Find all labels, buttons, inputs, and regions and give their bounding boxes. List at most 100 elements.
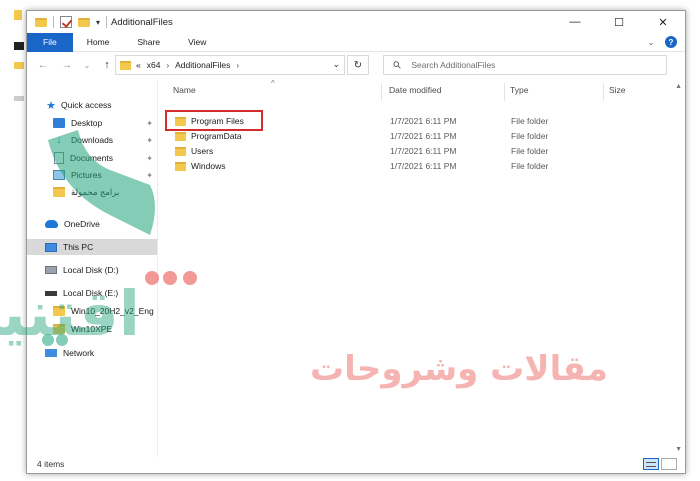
tab-share[interactable]: Share bbox=[123, 33, 174, 52]
nav-label: Downloads bbox=[71, 135, 114, 145]
pictures-icon bbox=[53, 170, 65, 180]
file-explorer-window: ▾ AdditionalFiles — ☐ ✕ File Home Share … bbox=[26, 10, 686, 474]
file-type: File folder bbox=[511, 146, 549, 156]
network-icon bbox=[45, 349, 57, 357]
pane-divider[interactable] bbox=[157, 81, 158, 457]
nav-label: This PC bbox=[63, 242, 94, 252]
title-bar: ▾ AdditionalFiles — ☐ ✕ bbox=[27, 11, 685, 33]
forward-arrow-icon[interactable]: → bbox=[59, 59, 75, 71]
recent-locations-chevron-icon[interactable]: ⌄ bbox=[79, 61, 95, 70]
star-icon: ★ bbox=[46, 99, 56, 112]
vertical-scrollbar[interactable]: ▲ ▼ bbox=[671, 81, 685, 457]
properties-icon[interactable] bbox=[60, 16, 72, 28]
refresh-button[interactable]: ↻ bbox=[347, 55, 369, 75]
expand-ribbon-icon[interactable]: ⌄ bbox=[645, 36, 657, 48]
status-bar: 4 items bbox=[27, 455, 685, 473]
separator bbox=[53, 16, 54, 28]
nav-label: Pictures bbox=[71, 170, 102, 180]
table-row[interactable]: Users 1/7/2021 6:11 PM File folder bbox=[165, 144, 665, 159]
nav-pictures[interactable]: Pictures ✦ bbox=[27, 167, 157, 183]
tab-view[interactable]: View bbox=[174, 33, 220, 52]
nav-desktop[interactable]: Desktop ✦ bbox=[27, 115, 157, 131]
nav-quick-access[interactable]: ★ Quick access bbox=[27, 97, 157, 113]
folder-icon bbox=[53, 324, 65, 334]
column-header-date[interactable]: Date modified bbox=[389, 85, 441, 95]
quick-access-toolbar: ▾ bbox=[27, 16, 108, 28]
table-row[interactable]: Windows 1/7/2021 6:11 PM File folder bbox=[165, 159, 665, 174]
nav-label: Documents bbox=[70, 153, 113, 163]
nav-label: برامج محمولة bbox=[71, 186, 120, 197]
minimize-button[interactable]: — bbox=[553, 11, 597, 33]
breadcrumb-x64[interactable]: x64 bbox=[147, 60, 161, 70]
column-header-name[interactable]: Name bbox=[173, 85, 196, 95]
large-icons-view-icon[interactable] bbox=[661, 458, 677, 470]
folder-icon bbox=[175, 147, 186, 156]
folder-icon bbox=[175, 162, 186, 171]
nav-local-disk-e[interactable]: Local Disk (E:) bbox=[27, 285, 157, 301]
nav-this-pc[interactable]: This PC bbox=[27, 239, 157, 255]
file-date: 1/7/2021 6:11 PM bbox=[390, 131, 457, 141]
column-separator[interactable] bbox=[504, 83, 505, 101]
breadcrumb-chevron-icon[interactable]: › bbox=[236, 61, 239, 70]
file-name: Users bbox=[191, 146, 214, 156]
pin-icon[interactable]: ✦ bbox=[146, 171, 153, 180]
highlight-box bbox=[165, 110, 263, 131]
nav-label: Network bbox=[63, 348, 95, 358]
window-controls: — ☐ ✕ bbox=[553, 11, 685, 33]
nav-documents[interactable]: Documents ✦ bbox=[27, 150, 157, 166]
breadcrumb-chevron-icon[interactable]: › bbox=[166, 61, 169, 70]
search-placeholder: Search AdditionalFiles bbox=[411, 60, 496, 70]
close-button[interactable]: ✕ bbox=[641, 11, 685, 33]
column-header-type[interactable]: Type bbox=[510, 85, 528, 95]
address-bar[interactable]: « x64 › AdditionalFiles › ⌄ bbox=[115, 55, 345, 75]
tab-home[interactable]: Home bbox=[73, 33, 124, 52]
scroll-up-icon[interactable]: ▲ bbox=[675, 83, 682, 90]
breadcrumb-overflow[interactable]: « bbox=[136, 60, 141, 70]
up-arrow-icon[interactable]: ↑ bbox=[99, 59, 115, 71]
nav-local-disk-d[interactable]: Local Disk (D:) bbox=[27, 262, 157, 278]
ribbon-right-controls: ⌄ ? bbox=[645, 36, 677, 48]
ribbon-tabs: File Home Share View ⌄ ? bbox=[27, 32, 685, 52]
column-separator[interactable] bbox=[381, 83, 382, 101]
nav-onedrive[interactable]: OneDrive bbox=[27, 216, 157, 232]
nav-label: Local Disk (D:) bbox=[63, 265, 119, 275]
nav-downloads[interactable]: ↓ Downloads ✦ bbox=[27, 132, 157, 148]
file-name: ProgramData bbox=[191, 131, 242, 141]
file-list: ^ Name Date modified Type Size Program F… bbox=[159, 79, 665, 457]
address-dropdown-icon[interactable]: ⌄ bbox=[332, 59, 340, 70]
folder-icon bbox=[53, 306, 65, 316]
separator bbox=[106, 16, 108, 28]
usb-drive-icon bbox=[45, 290, 57, 296]
new-folder-icon[interactable] bbox=[78, 17, 90, 27]
column-header-size[interactable]: Size bbox=[609, 85, 626, 95]
view-toggle bbox=[643, 458, 677, 470]
pin-icon[interactable]: ✦ bbox=[146, 154, 153, 163]
tab-file[interactable]: File bbox=[27, 32, 73, 52]
folder-icon bbox=[53, 187, 65, 197]
nav-win10xpe-folder[interactable]: Win10XPE bbox=[27, 321, 157, 337]
nav-label: OneDrive bbox=[64, 219, 100, 229]
details-view-icon[interactable] bbox=[643, 458, 659, 470]
background-right bbox=[686, 0, 700, 481]
nav-label: Local Disk (E:) bbox=[63, 288, 119, 298]
back-arrow-icon[interactable]: ← bbox=[35, 59, 51, 71]
nav-network[interactable]: Network bbox=[27, 345, 157, 361]
file-type: File folder bbox=[511, 161, 549, 171]
customize-quick-access-icon[interactable]: ▾ bbox=[96, 18, 100, 27]
scroll-down-icon[interactable]: ▼ bbox=[675, 446, 682, 453]
nav-portable-programs[interactable]: برامج محمولة bbox=[27, 184, 157, 200]
file-date: 1/7/2021 6:11 PM bbox=[390, 116, 457, 126]
breadcrumb-additionalfiles[interactable]: AdditionalFiles bbox=[175, 60, 230, 70]
background-left bbox=[0, 0, 26, 481]
pin-icon[interactable]: ✦ bbox=[146, 119, 153, 128]
download-arrow-icon: ↓ bbox=[56, 134, 62, 146]
nav-win10-folder[interactable]: Win10_20H2_v2_Eng bbox=[27, 303, 157, 319]
nav-label: Quick access bbox=[61, 100, 112, 110]
table-row[interactable]: ProgramData 1/7/2021 6:11 PM File folder bbox=[165, 129, 665, 144]
search-input[interactable]: ⚲ Search AdditionalFiles bbox=[383, 55, 667, 75]
column-separator[interactable] bbox=[603, 83, 604, 101]
help-icon[interactable]: ? bbox=[665, 36, 677, 48]
maximize-button[interactable]: ☐ bbox=[597, 11, 641, 33]
pin-icon[interactable]: ✦ bbox=[146, 136, 153, 145]
documents-icon bbox=[54, 152, 64, 164]
